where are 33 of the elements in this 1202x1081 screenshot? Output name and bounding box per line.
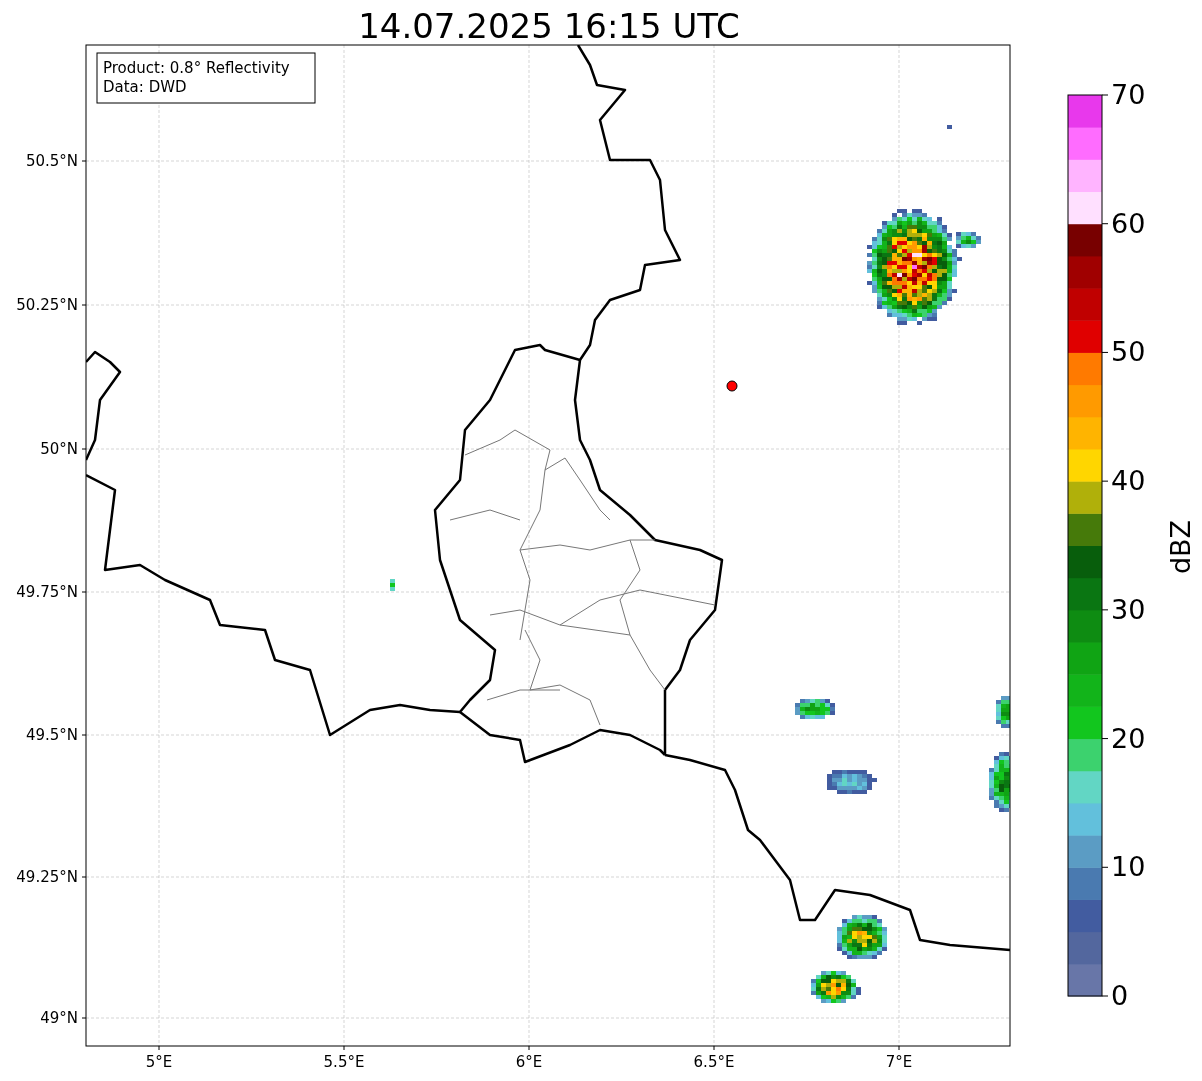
tick-label: 49.75°N (16, 583, 78, 601)
info-text: Data: DWD (103, 78, 187, 96)
colorbar-tick-label: 30 (1111, 593, 1146, 625)
tick-label: 49.25°N (16, 868, 78, 886)
colorbar-tick-label: 60 (1111, 207, 1146, 239)
radar-echo (827, 770, 877, 794)
radar-echo (837, 915, 887, 959)
radar-site-marker (726, 380, 738, 392)
tick-label: 6.5°E (693, 1053, 735, 1071)
tick-label: 7°E (885, 1053, 913, 1071)
tick-label: 5°E (145, 1053, 173, 1071)
tick-label: 50.25°N (16, 296, 78, 314)
colorbar-tick-label: 10 (1111, 851, 1146, 883)
colorbar-tick-label: 70 (1111, 79, 1146, 110)
tick-label: 5.5°E (323, 1053, 365, 1071)
radar-echo (795, 699, 835, 719)
tick-label: 50.5°N (25, 152, 78, 170)
tick-label: 49°N (40, 1009, 78, 1027)
tick-label: 50°N (40, 440, 78, 458)
tick-label: 49.5°N (25, 726, 78, 744)
colorbar-label: dBZ (1165, 519, 1196, 575)
tick-label: 6°E (515, 1053, 543, 1071)
colorbar-tick-label: 50 (1111, 336, 1146, 368)
radar-echo (390, 579, 395, 591)
colorbar-tick-label: 40 (1111, 465, 1146, 497)
plot-title: 14.07.2025 16:15 UTC (358, 6, 740, 46)
radar-echo (989, 752, 1010, 812)
radar-echo (811, 971, 861, 1003)
colorbar-tick-label: 20 (1111, 722, 1146, 754)
radar-echo (947, 125, 952, 129)
colorbar-tick-label: 0 (1111, 980, 1129, 1011)
info-text: Product: 0.8° Reflectivity (103, 59, 290, 77)
radar-echo (996, 696, 1010, 728)
